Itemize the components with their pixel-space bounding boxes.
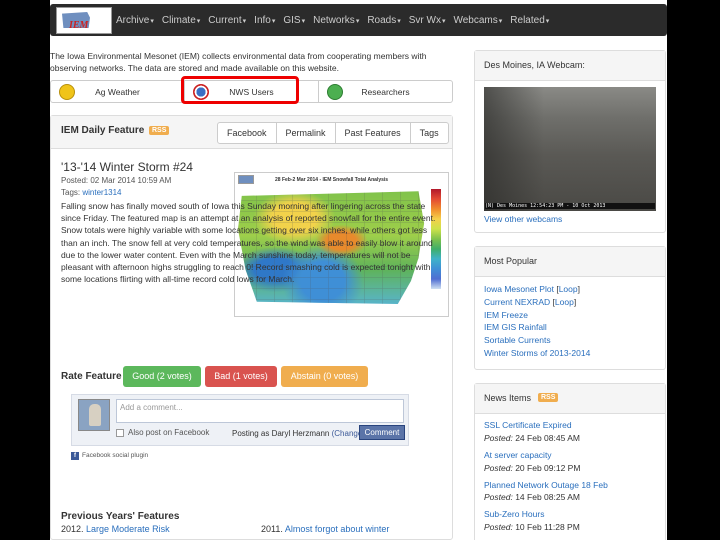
feature-heading: IEM Daily Feature <box>61 125 145 136</box>
loop-link[interactable]: Loop <box>555 297 574 307</box>
nav-item-archive[interactable]: Archive▾ <box>116 15 154 26</box>
rss-badge[interactable]: RSS <box>538 393 559 402</box>
caret-down-icon: ▾ <box>242 17 247 25</box>
popular-item[interactable]: Sortable Currents <box>484 334 656 347</box>
page: IEM Archive▾ Climate▾ Current▾ Info▾ GIS… <box>50 0 667 540</box>
previous-feature-link[interactable]: Almost forgot about winter <box>285 524 390 534</box>
caret-down-icon: ▾ <box>301 17 306 25</box>
news-posted: Posted: 20 Feb 09:12 PM <box>484 462 581 473</box>
news-item: At server capacity Posted: 20 Feb 09:12 … <box>484 449 656 474</box>
news-title-link[interactable]: SSL Certificate Expired <box>484 419 656 432</box>
abstain-vote-button[interactable]: Abstain (0 votes) <box>281 366 368 387</box>
news-title-link[interactable]: Planned Network Outage 18 Feb <box>484 479 656 492</box>
webcam-panel: Des Moines, IA Webcam: (N) Des Moines 12… <box>474 50 666 233</box>
popular-heading: Most Popular <box>475 247 665 277</box>
comment-input[interactable]: Add a comment... <box>116 399 404 423</box>
caret-down-icon: ▾ <box>498 17 503 25</box>
caret-down-icon: ▾ <box>150 17 154 25</box>
webcam-image[interactable]: (N) Des Moines 12:54:23 PM - 10 Oct 2013 <box>484 87 656 211</box>
tractor-icon <box>59 84 75 100</box>
news-item: Planned Network Outage 18 Feb Posted: 14… <box>484 479 656 504</box>
researcher-icon <box>327 84 343 100</box>
news-item: SSL Certificate Expired Posted: 24 Feb 0… <box>484 419 656 444</box>
facebook-comment-box: Add a comment... Also post on Facebook P… <box>71 394 409 446</box>
avatar <box>78 399 110 431</box>
loop-link[interactable]: Loop <box>559 284 578 294</box>
news-heading: News Items RSS <box>475 384 665 414</box>
iem-map-logo <box>238 175 254 184</box>
previous-feature-item: 2012. Large Moderate Risk <box>61 524 170 534</box>
tab-researchers[interactable]: Researchers <box>319 81 452 102</box>
nav-item-networks[interactable]: Networks▾ <box>313 15 359 26</box>
map-title: 28 Feb-2 Mar 2014 - IEM Snowfall Total A… <box>275 177 389 183</box>
popular-item: Iowa Mesonet Plot [Loop] <box>484 284 580 294</box>
nav-item-gis[interactable]: GIS▾ <box>283 15 305 26</box>
previous-features-heading: Previous Years' Features <box>61 511 180 522</box>
news-panel: News Items RSS SSL Certificate Expired P… <box>474 383 666 540</box>
webcam-timestamp: (N) Des Moines 12:54:23 PM - 10 Oct 2013 <box>485 203 655 209</box>
news-posted: Posted: 14 Feb 08:25 AM <box>484 492 580 503</box>
most-popular-panel: Most Popular Iowa Mesonet Plot [Loop] Cu… <box>474 246 666 370</box>
good-vote-button[interactable]: Good (2 votes) <box>123 366 201 387</box>
logo-text: IEM <box>69 20 89 31</box>
caret-down-icon: ▾ <box>441 17 446 25</box>
tab-ag-weather[interactable]: Ag Weather <box>51 81 185 102</box>
popular-list: Iowa Mesonet Plot [Loop] Current NEXRAD … <box>475 277 665 366</box>
facebook-plugin-note: f Facebook social plugin <box>71 452 148 460</box>
nav-menu: Archive▾ Climate▾ Current▾ Info▾ GIS▾ Ne… <box>116 4 557 36</box>
news-list: SSL Certificate Expired Posted: 24 Feb 0… <box>475 414 665 538</box>
nws-users-highlight <box>181 76 299 104</box>
feature-tags: Tags: winter1314 <box>61 188 122 197</box>
rss-badge[interactable]: RSS <box>149 126 170 135</box>
past-features-button[interactable]: Past Features <box>336 123 411 143</box>
facebook-button[interactable]: Facebook <box>218 123 277 143</box>
news-posted: Posted: 10 Feb 11:28 PM <box>484 522 580 533</box>
caret-down-icon: ▾ <box>355 17 360 25</box>
previous-feature-item: 2011. Almost forgot about winter <box>261 524 390 534</box>
daily-feature-panel: IEM Daily Feature RSS Facebook Permalink… <box>50 115 453 540</box>
popular-item[interactable]: IEM GIS Rainfall <box>484 321 656 334</box>
also-post-label: Also post on Facebook <box>128 428 210 437</box>
feature-button-group: Facebook Permalink Past Features Tags <box>217 122 449 144</box>
caret-down-icon: ▾ <box>545 17 550 25</box>
nav-item-webcams[interactable]: Webcams▾ <box>453 15 502 26</box>
posting-as-text: Posting as Daryl Herzmann (Change) <box>232 429 365 438</box>
news-item: Sub-Zero Hours Posted: 10 Feb 11:28 PM <box>484 508 656 533</box>
bad-vote-button[interactable]: Bad (1 votes) <box>205 366 277 387</box>
caret-down-icon: ▾ <box>397 17 401 25</box>
permalink-button[interactable]: Permalink <box>277 123 336 143</box>
feature-body: Falling snow has finally moved south of … <box>61 201 436 285</box>
caret-down-icon: ▾ <box>196 17 201 25</box>
nav-item-roads[interactable]: Roads▾ <box>367 15 400 26</box>
popular-item: Current NEXRAD [Loop] <box>484 296 577 307</box>
intro-text: The Iowa Environmental Mesonet (IEM) col… <box>50 51 427 73</box>
previous-feature-link[interactable]: Large Moderate Risk <box>86 524 170 534</box>
feature-posted: Posted: 02 Mar 2014 10:59 AM <box>61 176 172 185</box>
facebook-icon: f <box>71 452 79 460</box>
tags-button[interactable]: Tags <box>411 123 448 143</box>
nav-item-climate[interactable]: Climate▾ <box>162 15 200 26</box>
iem-logo[interactable]: IEM <box>56 7 112 34</box>
also-post-checkbox[interactable] <box>116 429 124 437</box>
nav-item-current[interactable]: Current▾ <box>208 15 246 26</box>
news-title-link[interactable]: Sub-Zero Hours <box>484 508 656 521</box>
comment-button[interactable]: Comment <box>359 425 405 440</box>
nav-item-info[interactable]: Info▾ <box>254 15 275 26</box>
caret-down-icon: ▾ <box>271 17 276 25</box>
rate-feature-label: Rate Feature <box>61 371 122 382</box>
nav-item-svr-wx[interactable]: Svr Wx▾ <box>409 15 446 26</box>
top-navbar: IEM Archive▾ Climate▾ Current▾ Info▾ GIS… <box>50 4 667 36</box>
webcam-heading: Des Moines, IA Webcam: <box>475 51 665 81</box>
popular-item[interactable]: Winter Storms of 2013-2014 <box>484 347 656 360</box>
news-posted: Posted: 24 Feb 08:45 AM <box>484 432 580 443</box>
feature-header: IEM Daily Feature RSS Facebook Permalink… <box>51 116 452 149</box>
news-title-link[interactable]: At server capacity <box>484 449 656 462</box>
view-webcams-link[interactable]: View other webcams <box>484 213 562 226</box>
tag-link[interactable]: winter1314 <box>82 188 121 197</box>
nav-item-related[interactable]: Related▾ <box>510 15 549 26</box>
feature-title: '13-'14 Winter Storm #24 <box>61 160 193 174</box>
popular-item[interactable]: IEM Freeze <box>484 309 656 322</box>
